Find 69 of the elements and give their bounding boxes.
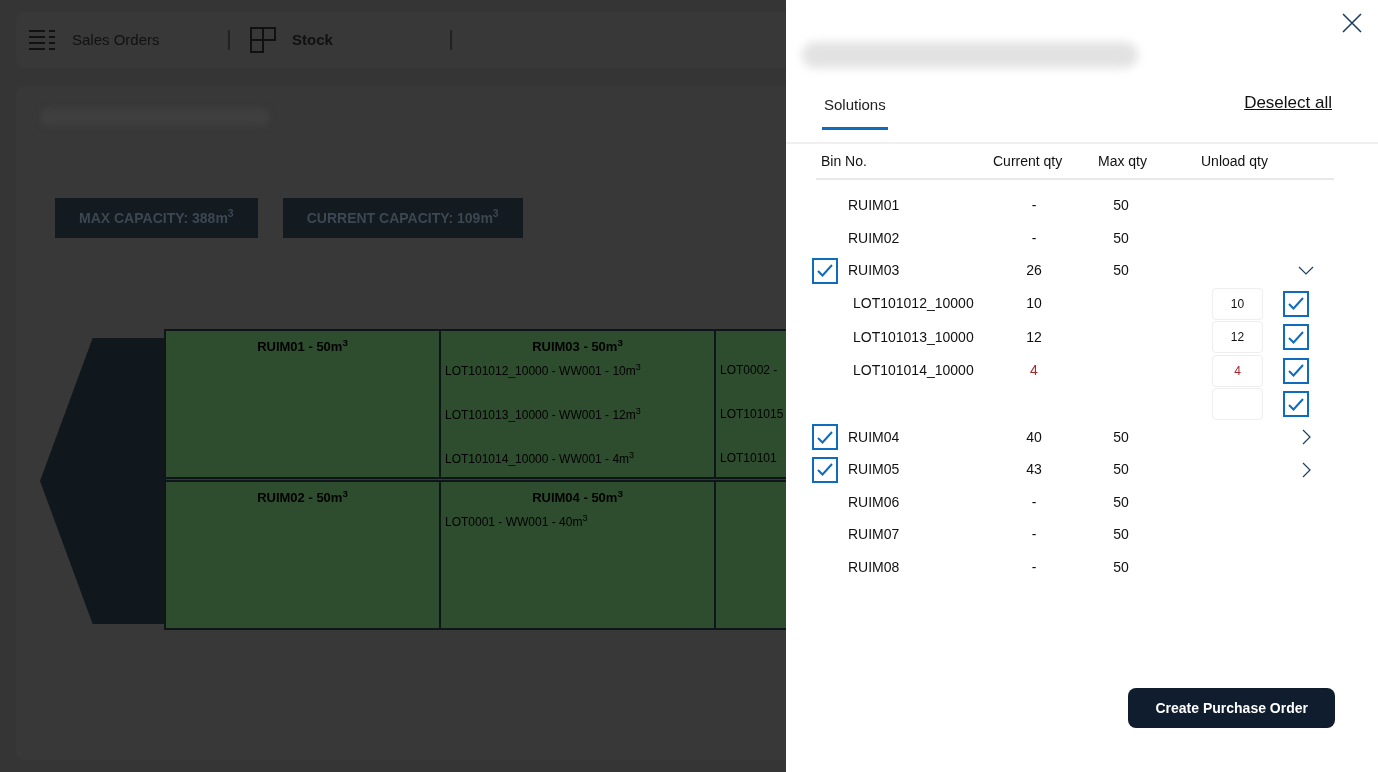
lot-number: LOT101014_10000 [853,361,975,381]
tab[interactable]: Solutions [822,94,888,130]
bin-title: RUIM02 - 50m$^{3}$ [256,488,349,507]
bin-title: RUIM04 - 50m$^{3}$ [531,488,624,507]
lot-label: LOT101013_10000 - WW001 - 12m$^{3}$ [445,405,642,424]
lot-label: LOT10101 [720,450,778,467]
current-qty: - [1030,196,1038,216]
bin-number: RUIM01 [848,196,901,216]
checkbox[interactable] [1283,324,1309,351]
max-qty: 50 [1112,492,1130,512]
current-qty: - [1030,492,1038,512]
deselect-all-link[interactable]: Deselect all [1244,90,1332,116]
close-icon [1342,13,1362,33]
current-qty: - [1030,228,1038,248]
current-qty: - [1030,525,1038,545]
lot-label: LOT0002 - [720,362,779,379]
max-qty: 50 [1112,460,1130,480]
column-header: Current qty [993,151,1064,171]
checkmark-icon [817,264,833,278]
unload-qty-field[interactable]: 10 [1212,287,1263,320]
checkbox[interactable] [1283,290,1309,317]
bin-number: RUIM08 [848,557,901,577]
bin-title: RUIM01 - 50m$^{3}$ [256,337,349,356]
column-header: Unload qty [1201,151,1268,171]
max-qty: 50 [1112,228,1130,248]
checkbox[interactable] [1283,391,1309,418]
lot-number: LOT101012_10000 [853,294,975,314]
max-qty: 50 [1112,427,1130,447]
lot-label: LOT101014_10000 - WW001 - 4m$^{3}$ [445,449,636,468]
list-icon [28,28,56,52]
checkbox[interactable] [812,424,838,451]
unload-qty-field[interactable]: 4 [1212,354,1263,387]
checkmark-icon [1288,364,1304,378]
bin-number: RUIM05 [848,460,901,480]
column-header: Bin No. [820,151,868,171]
checkmark-icon [1288,330,1304,344]
checkmark-icon [817,463,833,477]
bin-title: RUIM03 - 50m$^{3}$ [531,337,624,356]
column-header: Max qty [1098,151,1148,171]
lot-number: LOT101013_10000 [853,327,975,347]
lot-label: LOT101015 [720,406,785,423]
max-qty: 50 [1112,261,1130,281]
current-qty: 26 [1025,261,1043,281]
bin-number: RUIM03 [848,261,901,281]
checkbox[interactable] [812,456,838,483]
max-qty: 50 [1112,196,1130,216]
unload-qty-field[interactable]: 12 [1212,321,1263,354]
checkmark-icon [1288,397,1304,411]
checkmark-icon [1288,297,1304,311]
checkbox[interactable] [812,257,838,284]
bin-number: RUIM04 [848,427,901,447]
lot-label: LOT101012_10000 - WW001 - 10m$^{3}$ [445,361,642,380]
checkbox[interactable] [1283,357,1309,384]
lot-qty: 10 [1025,294,1043,314]
grid-icon [250,27,276,53]
max-qty: 50 [1112,525,1130,545]
current-qty: - [1030,557,1038,577]
bin-number: RUIM02 [848,228,901,248]
lot-qty: 4 [1029,361,1039,381]
create-purchase-order-button[interactable]: Create Purchase Order [1128,688,1335,728]
max-qty: 50 [1112,557,1130,577]
lot-label: LOT0001 - WW001 - 40m$^{3}$ [445,512,589,531]
current-qty: 40 [1025,427,1043,447]
current-qty: 43 [1025,460,1043,480]
bin-number: RUIM06 [848,492,901,512]
close-button[interactable] [1342,13,1362,33]
lot-qty: 12 [1025,327,1043,347]
bin-number: RUIM07 [848,525,901,545]
checkmark-icon [817,430,833,444]
